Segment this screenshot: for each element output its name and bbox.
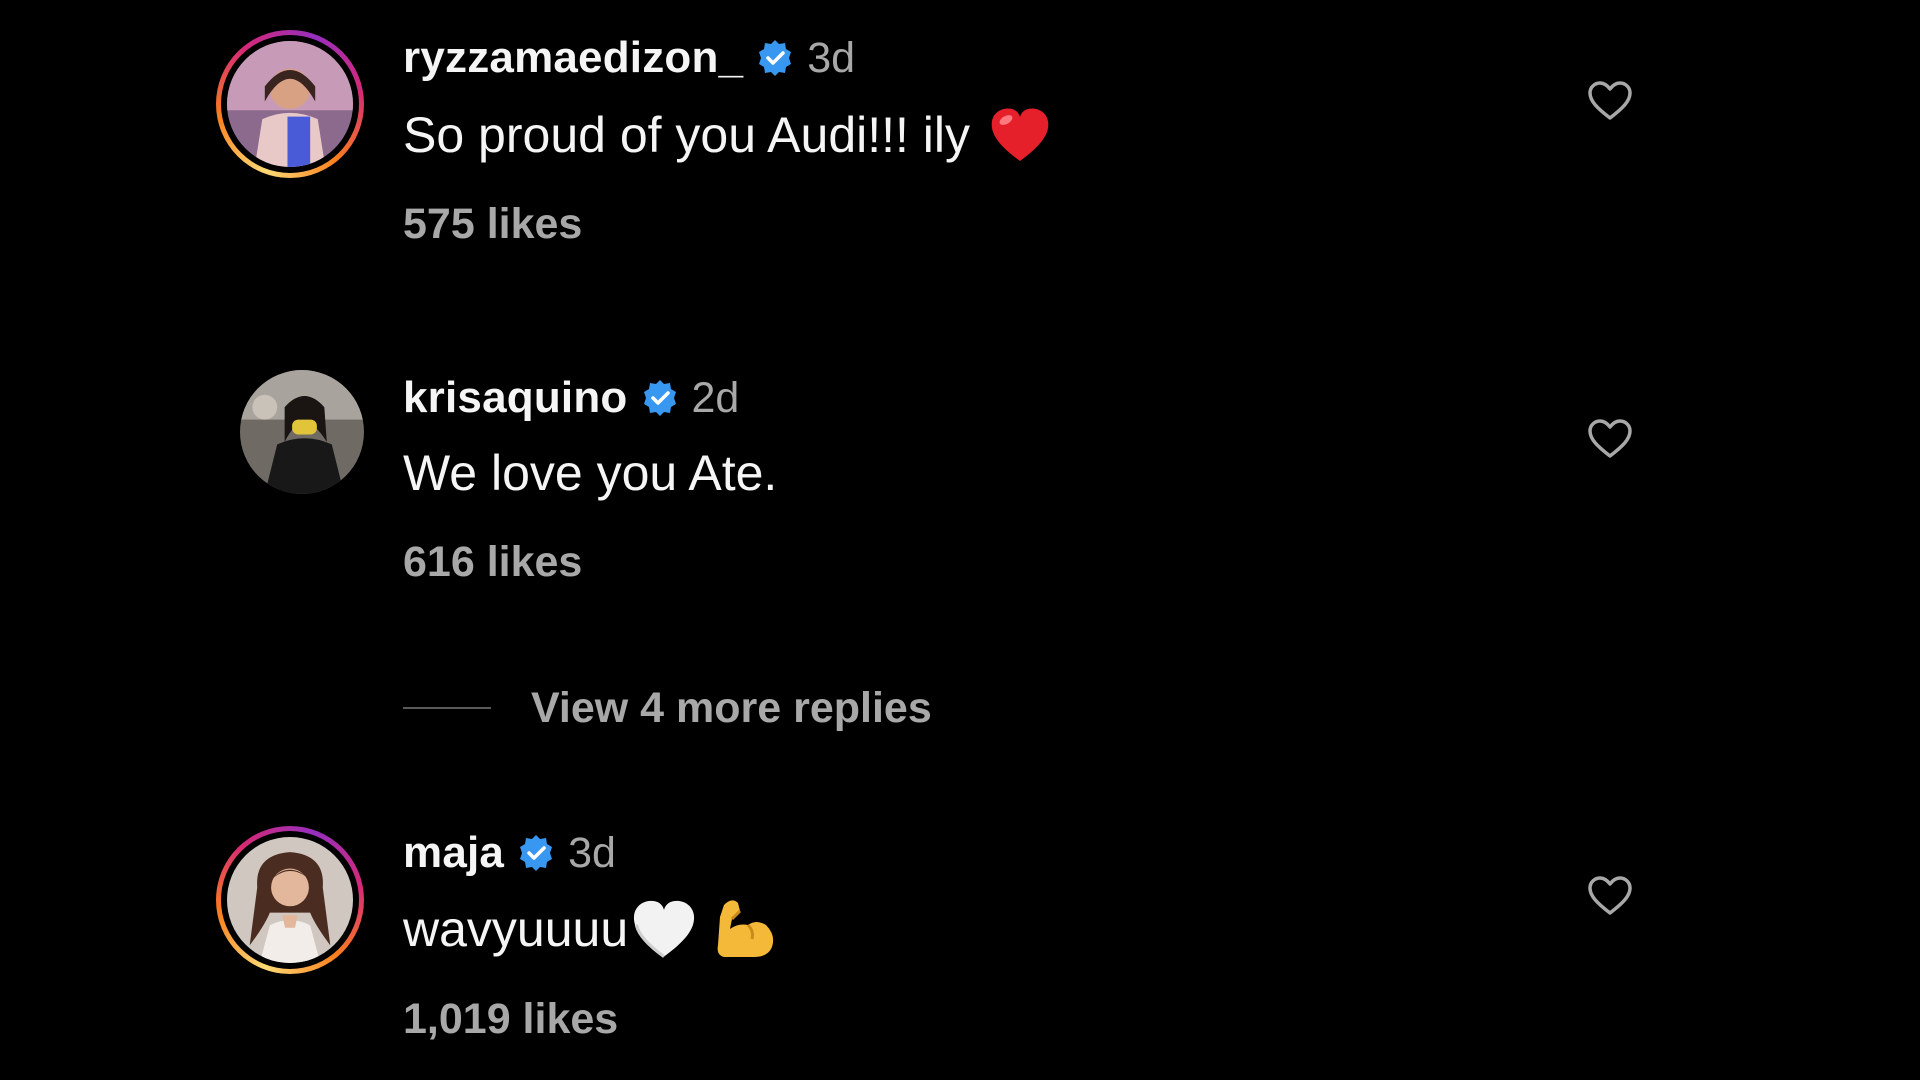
avatar — [227, 41, 353, 167]
comment-text: wavyuuuu — [403, 893, 778, 965]
verified-badge-icon — [520, 835, 553, 871]
avatar-ring-inner — [221, 35, 359, 173]
likes-count[interactable]: 575 likes — [403, 200, 582, 249]
username-link[interactable]: maja — [403, 828, 504, 878]
comment-timestamp: 2d — [691, 373, 740, 422]
avatar-story-ring[interactable] — [216, 30, 364, 178]
like-heart-icon[interactable] — [1587, 80, 1633, 122]
view-more-replies-label: View 4 more replies — [531, 683, 932, 732]
comment-body: So proud of you Audi!!! ily — [403, 107, 971, 163]
comment-header: krisaquino 2d — [403, 370, 739, 426]
like-heart-icon[interactable] — [1587, 875, 1633, 917]
avatar — [227, 837, 353, 963]
comment-timestamp: 3d — [807, 33, 856, 82]
username-link[interactable]: ryzzamaedizon_ — [403, 33, 743, 83]
like-heart-icon[interactable] — [1587, 418, 1633, 460]
avatar-story-ring[interactable] — [216, 826, 364, 974]
verified-badge-icon — [643, 380, 676, 416]
comment-body: We love you Ate. — [403, 445, 778, 501]
likes-count[interactable]: 1,019 likes — [403, 995, 618, 1044]
verified-badge-icon — [759, 40, 792, 76]
view-more-replies-button[interactable]: View 4 more replies — [403, 680, 932, 736]
red-heart-emoji-icon — [991, 108, 1049, 161]
likes-count[interactable]: 616 likes — [403, 538, 582, 587]
avatar — [240, 370, 364, 494]
comment-timestamp: 3d — [568, 828, 616, 877]
comment-text: So proud of you Audi!!! ily — [403, 100, 1052, 170]
avatar-container[interactable] — [240, 370, 364, 494]
comment-text: We love you Ate. — [403, 438, 777, 508]
username-link[interactable]: krisaquino — [403, 373, 628, 423]
white-heart-emoji-icon — [634, 900, 695, 958]
comment-header: maja 3d — [403, 825, 616, 881]
flexed-biceps-emoji-icon — [717, 900, 774, 957]
avatar-ring-inner — [221, 831, 359, 969]
comment-body: wavyuuuu — [403, 901, 629, 957]
comment-header: ryzzamaedizon_ 3d — [403, 30, 855, 86]
replies-divider-line — [403, 707, 491, 709]
